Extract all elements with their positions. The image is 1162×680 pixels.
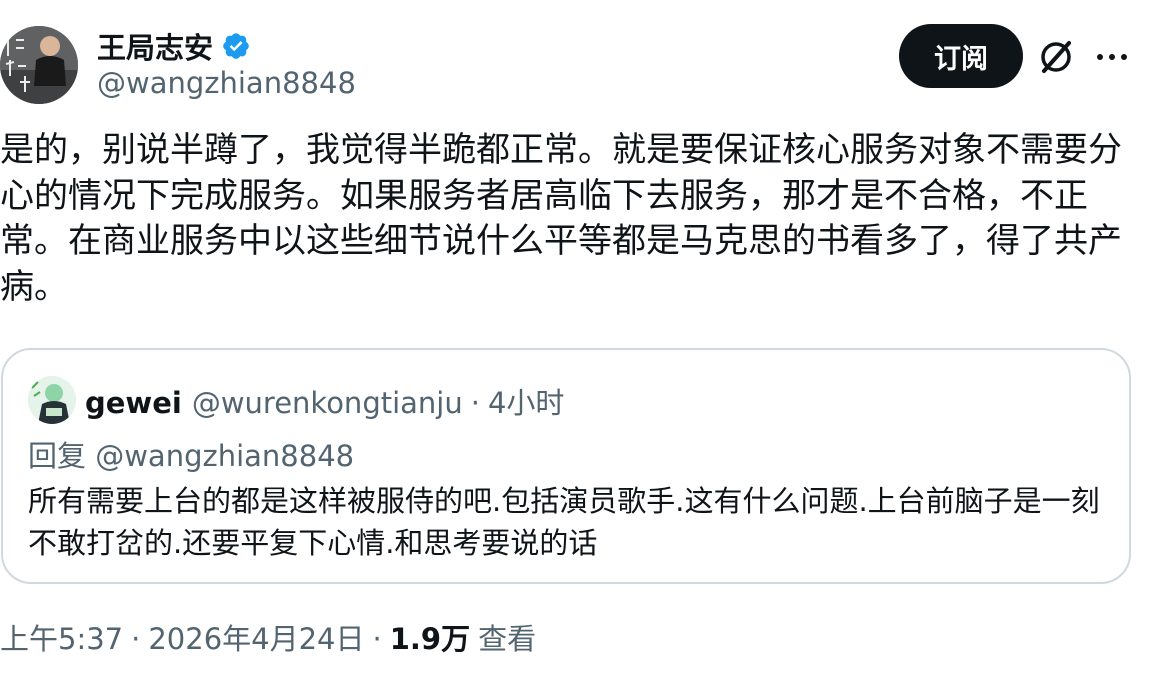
grok-icon[interactable] [1036, 37, 1076, 77]
author-handle[interactable]: @wangzhian8848 [97, 66, 356, 100]
quote-text: 所有需要上台的都是这样被服侍的吧.包括演员歌手.这有什么问题.上台前脑子是一刻不… [28, 484, 1100, 560]
author-name[interactable]: 王局志安 [97, 25, 213, 67]
author-name-row[interactable]: 王局志安 [97, 26, 251, 66]
quote-timestamp[interactable]: 4小时 [488, 380, 564, 422]
tweet-detail: 王局志安 @wangzhian8848 订阅 是的，别说半蹲了，我觉得半跪都正常… [0, 0, 1162, 680]
views-label[interactable]: 查看 [478, 616, 536, 658]
tweet-time[interactable]: 上午5:37 [0, 616, 123, 658]
author-avatar[interactable] [0, 26, 78, 104]
quote-header: gewei @wurenkongtianju · 4小时 [85, 380, 564, 422]
quoted-tweet-card[interactable]: gewei @wurenkongtianju · 4小时 回复 @wangzhi… [1, 348, 1131, 584]
more-horizontal-icon[interactable] [1095, 42, 1129, 72]
quote-author-handle[interactable]: @wurenkongtianju [192, 386, 463, 420]
avatar-image [0, 26, 78, 104]
quote-avatar-image [28, 376, 76, 424]
meta-separator: · [131, 622, 141, 656]
quote-separator: · [470, 386, 480, 420]
tweet-text: 是的，别说半蹲了，我觉得半跪都正常。就是要保证核心服务对象不需要分心的情况下完成… [0, 130, 1122, 307]
quote-author-avatar[interactable] [28, 376, 76, 424]
subscribe-button[interactable]: 订阅 [899, 24, 1023, 88]
meta-separator: · [372, 622, 382, 656]
tweet-date[interactable]: 2026年4月24日 [148, 616, 364, 658]
quote-author-name[interactable]: gewei [85, 386, 182, 420]
verified-badge-icon[interactable] [221, 31, 251, 61]
views-count[interactable]: 1.9万 [390, 616, 470, 658]
tweet-meta: 上午5:37 · 2026年4月24日 · 1.9万 查看 [0, 616, 536, 658]
quote-reply-to: 回复 @wangzhian8848 [28, 439, 355, 473]
